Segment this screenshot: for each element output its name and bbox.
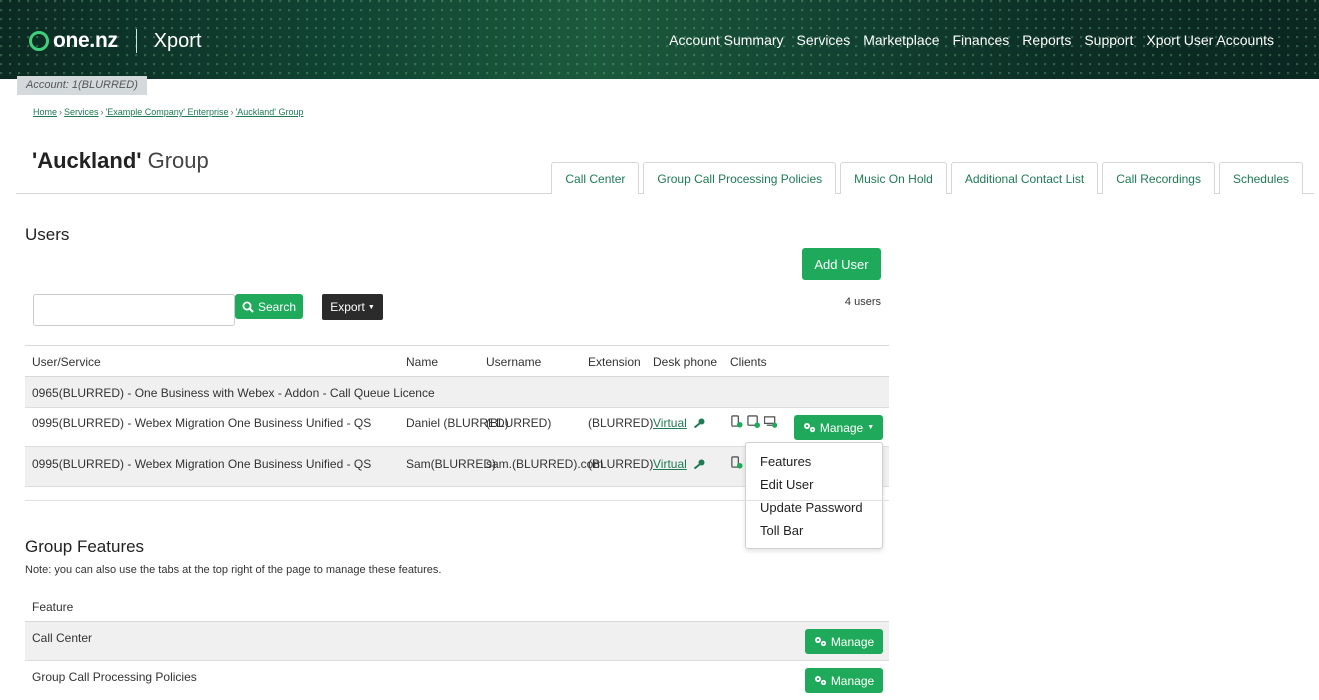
manage-group-call-processing-button[interactable]: Manage — [805, 668, 883, 693]
client-icons — [730, 456, 743, 469]
manage-button-label: Manage — [830, 634, 875, 649]
key-icon[interactable] — [693, 418, 705, 428]
key-icon[interactable] — [693, 459, 705, 469]
brand-name: one.nz — [53, 29, 118, 52]
section-divider — [25, 500, 889, 501]
breadcrumb-enterprise[interactable]: 'Example Company' Enterprise — [106, 107, 229, 117]
col-name: Name — [406, 355, 439, 369]
col-clients: Clients — [730, 355, 767, 369]
manage-dropdown-menu: Features Edit User Update Password Toll … — [745, 442, 883, 549]
mobile-client-icon[interactable] — [730, 415, 743, 428]
row-service: 0995(BLURRED) - Webex Migration One Busi… — [32, 416, 372, 430]
nav-account-summary[interactable]: Account Summary — [669, 32, 783, 48]
col-user-service: User/Service — [32, 355, 101, 369]
virtual-phone-link[interactable]: Virtual — [653, 416, 687, 430]
main-nav: Account Summary Services Marketplace Fin… — [669, 32, 1274, 48]
tablet-client-icon[interactable] — [747, 415, 760, 428]
table-header-row: Feature — [25, 592, 889, 622]
col-extension: Extension — [588, 355, 641, 369]
search-button-label: Search — [257, 299, 297, 314]
menu-item-update-password[interactable]: Update Password — [746, 498, 882, 521]
manage-user-button[interactable]: Manage ▼ — [794, 415, 883, 440]
client-icons — [730, 415, 777, 428]
nav-finances[interactable]: Finances — [952, 32, 1009, 48]
nav-services[interactable]: Services — [797, 32, 851, 48]
gears-icon — [803, 423, 815, 433]
tab-group-call-processing-policies[interactable]: Group Call Processing Policies — [643, 162, 837, 194]
group-features-note: Note: you can also use the tabs at the t… — [25, 564, 442, 576]
breadcrumb-group[interactable]: 'Auckland' Group — [236, 107, 304, 117]
nav-marketplace[interactable]: Marketplace — [863, 32, 939, 48]
breadcrumb-services[interactable]: Services — [64, 107, 99, 117]
caret-down-icon: ▼ — [367, 303, 375, 311]
menu-item-features[interactable]: Features — [746, 452, 882, 475]
menu-item-edit-user[interactable]: Edit User — [746, 475, 882, 498]
breadcrumb-home[interactable]: Home — [33, 107, 57, 117]
caret-down-icon: ▼ — [867, 424, 875, 431]
gears-icon — [814, 637, 826, 647]
desk-phone-cell: Virtual — [653, 457, 705, 471]
table-row: Call Center — [25, 622, 889, 661]
tab-additional-contact-list[interactable]: Additional Contact List — [950, 162, 1099, 194]
nav-support[interactable]: Support — [1084, 32, 1133, 48]
search-button[interactable]: Search — [235, 294, 303, 319]
desk-phone-cell: Virtual — [653, 416, 705, 430]
table-row: Group Call Processing Policies — [25, 661, 889, 700]
feature-name: Group Call Processing Policies — [32, 670, 197, 684]
gears-icon — [814, 676, 826, 686]
app-name: Xport — [153, 29, 202, 52]
row-service: 0965(BLURRED) - One Business with Webex … — [32, 386, 435, 400]
table-header-row: User/Service Name Username Extension Des… — [25, 345, 889, 377]
desktop-client-icon[interactable] — [764, 415, 777, 428]
virtual-phone-link[interactable]: Virtual — [653, 457, 687, 471]
export-button[interactable]: Export ▼ — [322, 294, 383, 320]
tab-music-on-hold[interactable]: Music On Hold — [840, 162, 947, 194]
logo-divider — [135, 29, 137, 53]
feature-tabs: Call Center Group Call Processing Polici… — [16, 162, 1314, 194]
table-row: 0965(BLURRED) - One Business with Webex … — [25, 377, 889, 408]
col-desk-phone: Desk phone — [653, 355, 718, 369]
col-feature: Feature — [32, 600, 74, 614]
users-heading: Users — [25, 225, 70, 244]
logo-ring-icon — [29, 31, 49, 51]
user-count: 4 users — [844, 296, 881, 308]
row-service: 0995(BLURRED) - Webex Migration One Busi… — [32, 457, 372, 471]
nav-reports[interactable]: Reports — [1022, 32, 1071, 48]
tab-call-center[interactable]: Call Center — [551, 162, 640, 194]
row-username: (BLURRED) — [486, 416, 552, 430]
user-search-input[interactable] — [33, 294, 235, 326]
tab-call-recordings[interactable]: Call Recordings — [1102, 162, 1215, 194]
nav-xport-user-accounts[interactable]: Xport User Accounts — [1146, 32, 1274, 48]
group-features-heading: Group Features — [25, 537, 145, 556]
row-username: sam.(BLURRED).com — [486, 457, 604, 471]
manage-button-label: Manage — [819, 420, 864, 435]
row-extension: (BLURRED) — [588, 457, 654, 471]
brand-logo[interactable]: one.nz Xport — [29, 29, 202, 53]
manage-call-center-button[interactable]: Manage — [805, 629, 883, 654]
col-username: Username — [486, 355, 542, 369]
breadcrumb: Home › Services › 'Example Company' Enterpri… — [33, 107, 304, 117]
manage-button-label: Manage — [830, 673, 875, 688]
tab-schedules[interactable]: Schedules — [1218, 162, 1303, 194]
feature-name: Call Center — [32, 631, 93, 645]
top-header: one.nz Xport Account Summary Services Ma… — [0, 0, 1319, 79]
mobile-client-icon[interactable] — [730, 456, 743, 469]
account-label: Account: 1(BLURRED) — [17, 76, 147, 95]
row-name: Sam(BLURRED) — [406, 457, 497, 471]
search-icon — [242, 301, 254, 313]
menu-item-toll-bar[interactable]: Toll Bar — [746, 521, 882, 544]
export-button-label: Export — [330, 300, 365, 314]
add-user-button[interactable]: Add User — [802, 248, 881, 280]
row-extension: (BLURRED) — [588, 416, 654, 430]
